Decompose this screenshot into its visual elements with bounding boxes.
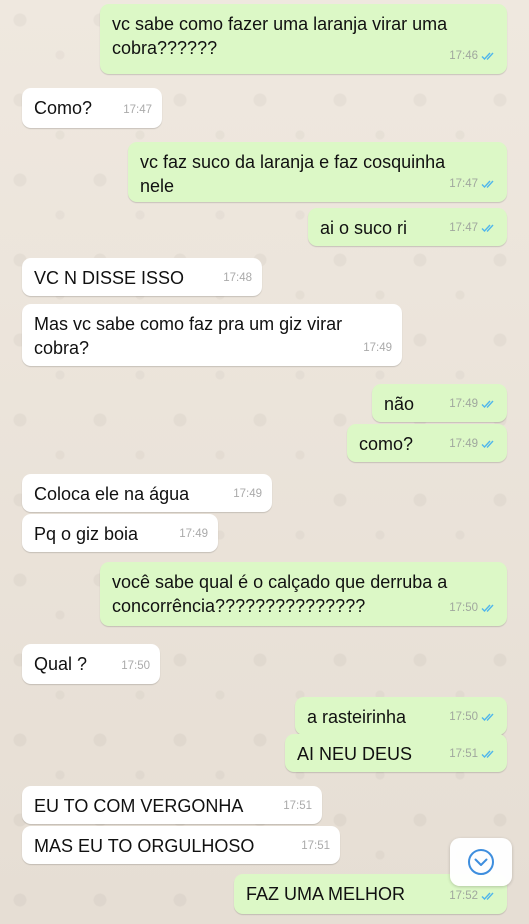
- message-text: Mas vc sabe como faz pra um giz virar co…: [34, 314, 343, 358]
- double-check-icon: [481, 180, 494, 189]
- message-text: VC N DISSE ISSO: [34, 268, 185, 288]
- message-bubble-incoming[interactable]: MAS EU TO ORGULHOSO 17:51: [22, 826, 340, 864]
- message-text: vc faz suco da laranja e faz cosquinha n…: [140, 152, 446, 196]
- message-text: vc sabe como fazer uma laranja virar uma…: [112, 14, 448, 58]
- message-time: 17:46: [449, 50, 478, 62]
- message-bubble-outgoing[interactable]: vc sabe como fazer uma laranja virar uma…: [100, 4, 507, 74]
- message-time: 17:52: [449, 890, 478, 902]
- message-text: MAS EU TO ORGULHOSO: [34, 836, 255, 856]
- message-text: você sabe qual é o calçado que derruba a…: [112, 572, 448, 616]
- message-bubble-outgoing[interactable]: você sabe qual é o calçado que derruba a…: [100, 562, 507, 626]
- double-check-icon: [481, 52, 494, 61]
- message-time: 17:48: [223, 272, 252, 284]
- message-bubble-outgoing[interactable]: não 17:49: [372, 384, 507, 422]
- message-time: 17:47: [123, 104, 152, 116]
- double-check-icon: [481, 750, 494, 759]
- message-time: 17:50: [121, 660, 150, 672]
- message-time: 17:49: [233, 488, 262, 500]
- message-bubble-incoming[interactable]: Coloca ele na água 17:49: [22, 474, 272, 512]
- message-time: 17:50: [449, 711, 478, 723]
- message-bubble-incoming[interactable]: EU TO COM VERGONHA 17:51: [22, 786, 322, 824]
- message-time: 17:51: [283, 800, 312, 812]
- chevron-down-icon: [468, 849, 494, 875]
- message-bubble-outgoing[interactable]: AI NEU DEUS 17:51: [285, 734, 507, 772]
- double-check-icon: [481, 400, 494, 409]
- message-text: EU TO COM VERGONHA: [34, 796, 244, 816]
- message-time: 17:47: [449, 178, 478, 190]
- message-time: 17:49: [179, 528, 208, 540]
- message-bubble-outgoing[interactable]: a rasteirinha 17:50: [295, 697, 507, 735]
- message-bubble-outgoing[interactable]: como? 17:49: [347, 424, 507, 462]
- message-time: 17:51: [301, 840, 330, 852]
- double-check-icon: [481, 604, 494, 613]
- message-bubble-incoming[interactable]: Como? 17:47: [22, 88, 162, 128]
- double-check-icon: [481, 713, 494, 722]
- message-text: Coloca ele na água: [34, 484, 190, 504]
- message-time: 17:51: [449, 748, 478, 760]
- message-time: 17:47: [449, 222, 478, 234]
- message-time: 17:49: [363, 342, 392, 354]
- double-check-icon: [481, 440, 494, 449]
- message-bubble-outgoing[interactable]: ai o suco ri 17:47: [308, 208, 507, 246]
- message-bubble-outgoing[interactable]: vc faz suco da laranja e faz cosquinha n…: [128, 142, 507, 202]
- message-bubble-incoming[interactable]: Mas vc sabe como faz pra um giz virar co…: [22, 304, 402, 366]
- double-check-icon: [481, 224, 494, 233]
- scroll-to-bottom-button[interactable]: [450, 838, 512, 886]
- message-bubble-incoming[interactable]: Pq o giz boia 17:49: [22, 514, 218, 552]
- message-bubble-incoming[interactable]: Qual ? 17:50: [22, 644, 160, 684]
- double-check-icon: [481, 892, 494, 901]
- message-time: 17:50: [449, 602, 478, 614]
- message-bubble-incoming[interactable]: VC N DISSE ISSO 17:48: [22, 258, 262, 296]
- message-time: 17:49: [449, 438, 478, 450]
- message-time: 17:49: [449, 398, 478, 410]
